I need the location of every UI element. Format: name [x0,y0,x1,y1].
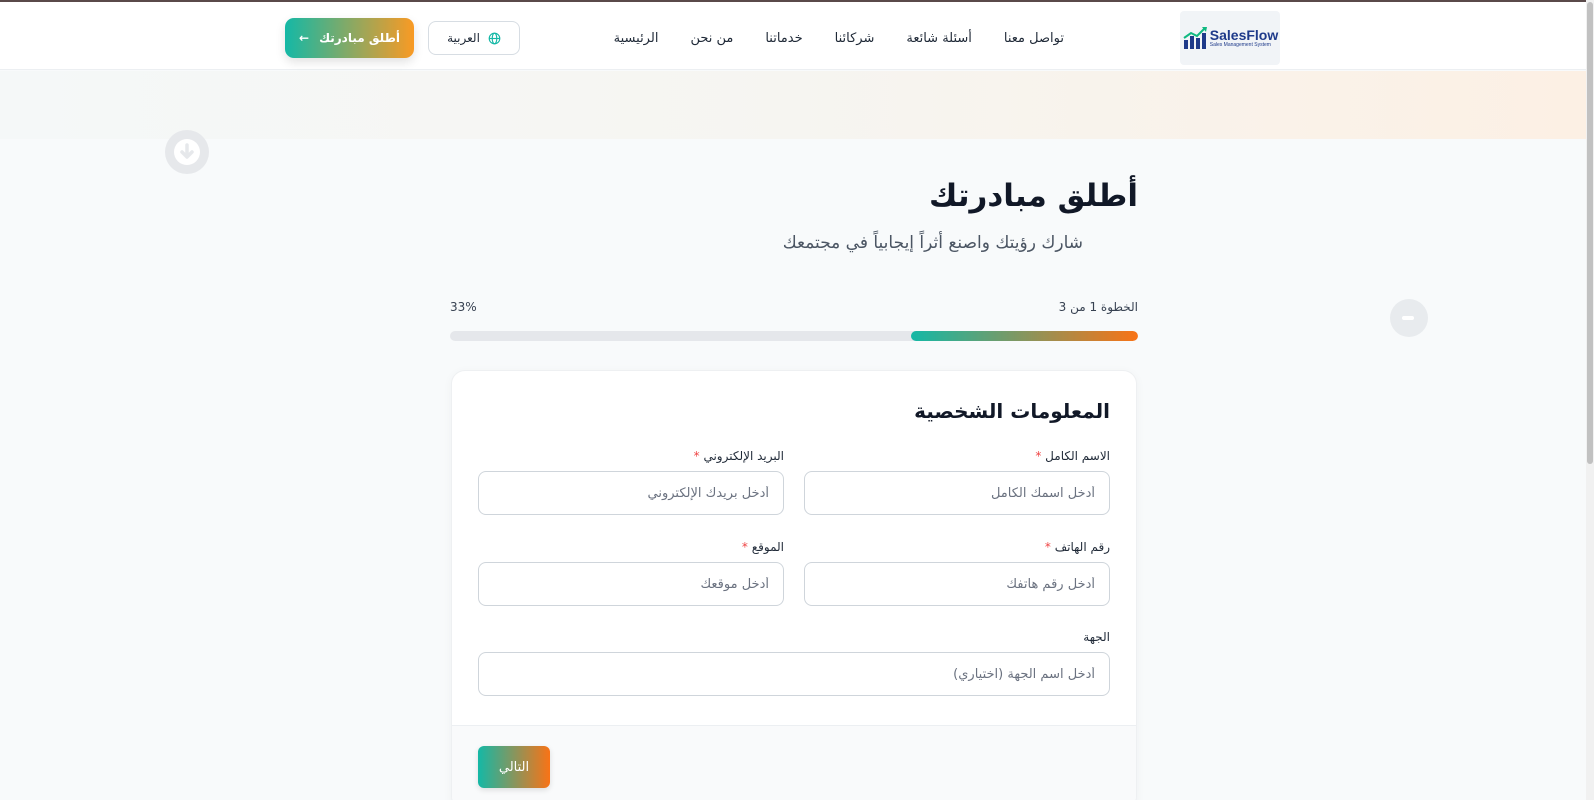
side-floating-button[interactable] [1390,299,1428,337]
language-label: العربية [447,31,480,45]
required-mark: * [693,449,700,463]
full-name-label-text: الاسم الكامل [1045,449,1110,463]
phone-input[interactable] [804,562,1110,606]
language-button[interactable]: العربية [428,21,520,55]
launch-initiative-button[interactable]: أطلق مبادرتك ← [285,18,414,58]
progress-percent: 33% [450,300,477,314]
nav-partners[interactable]: شركائنا [835,31,875,46]
full-name-input[interactable] [804,471,1110,515]
progress-bar-fill [910,331,1138,341]
phone-label: رقم الهاتف * [1045,540,1110,554]
required-mark: * [1035,449,1042,463]
scroll-down-button[interactable] [165,130,209,174]
brand-logo[interactable]: SalesFlow Sales Management System [1180,11,1280,65]
form-footer [452,725,1136,800]
location-label: الموقع * [742,540,784,554]
nav-home[interactable]: الرئيسية [614,31,659,46]
next-button[interactable]: التالي [478,746,550,788]
email-label: البريد الإلكتروني * [694,449,784,463]
section-title: المعلومات الشخصية [914,399,1110,423]
nav-services[interactable]: خدماتنا [765,31,802,46]
email-input[interactable] [478,471,784,515]
globe-icon [488,32,501,44]
arrow-down-circle-icon [174,139,200,165]
page-subtitle: شارك رؤيتك واصنع أثراً إيجابياً في مجتمع… [782,233,1083,253]
required-mark: * [741,540,748,554]
required-mark: * [1044,540,1051,554]
page-title: أطلق مبادرتك [929,178,1138,214]
hero-band [0,71,1586,139]
scrollbar-thumb[interactable] [1587,2,1593,464]
full-name-label: الاسم الكامل * [1035,449,1110,463]
site-header: SalesFlow Sales Management System تواصل … [0,2,1586,70]
logo-chart-icon [1183,27,1207,49]
logo-tagline: Sales Management System [1209,42,1271,48]
location-input[interactable] [478,562,784,606]
main-nav: تواصل معنا أسئلة شائعة شركائنا خدماتنا م… [614,4,1064,72]
organization-label: الجهة [1083,630,1110,644]
circle-icon [1402,316,1414,320]
nav-about[interactable]: من نحن [690,31,733,46]
cta-label: أطلق مبادرتك [319,31,400,45]
arrow-left-icon: ← [299,31,310,45]
logo-name: SalesFlow [1209,27,1279,43]
step-indicator: الخطوة 1 من 3 [1058,300,1138,314]
progress-bar [450,331,1138,341]
phone-label-text: رقم الهاتف [1054,540,1110,554]
email-label-text: البريد الإلكتروني [703,449,784,463]
location-label-text: الموقع [751,540,784,554]
organization-label-text: الجهة [1083,630,1110,644]
form-card: المعلومات الشخصية الاسم الكامل * البريد … [451,370,1137,800]
nav-contact[interactable]: تواصل معنا [1004,31,1064,46]
nav-faq[interactable]: أسئلة شائعة [906,31,972,46]
organization-input[interactable] [478,652,1110,696]
page-scrollbar[interactable] [1586,0,1594,800]
